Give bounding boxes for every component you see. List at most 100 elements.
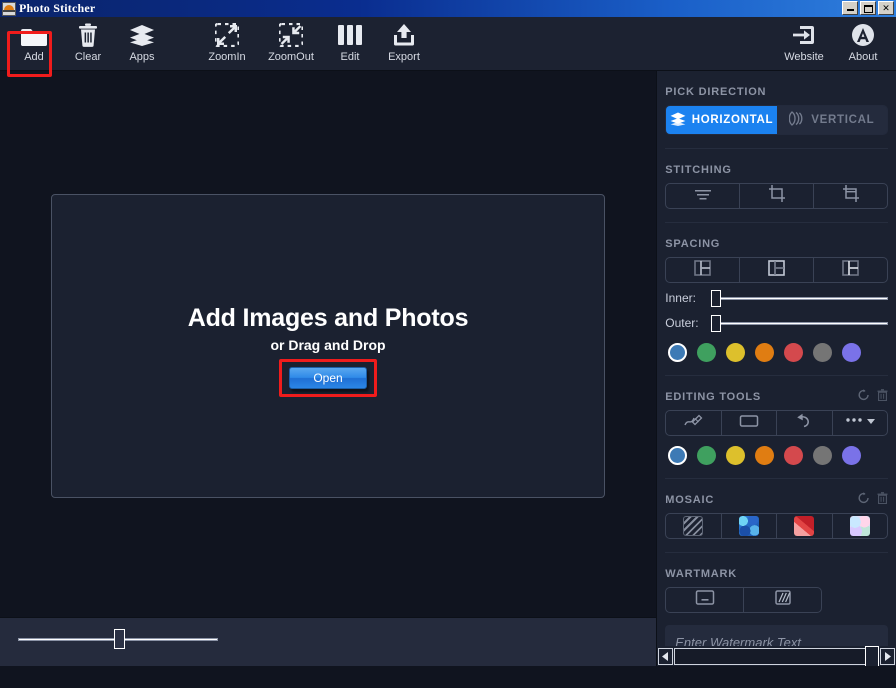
toolbar-button-edit[interactable]: Edit bbox=[323, 19, 377, 67]
watermark-tile-icon bbox=[774, 590, 792, 610]
zoom-slider-thumb[interactable] bbox=[114, 629, 125, 649]
pick-direction-vertical[interactable]: VERTICAL bbox=[776, 106, 888, 134]
divider-1 bbox=[665, 148, 888, 149]
scroll-right-arrow-icon[interactable] bbox=[880, 647, 895, 665]
app-icon bbox=[2, 1, 16, 16]
tool-rectangle-button[interactable] bbox=[722, 411, 778, 435]
toolbar-button-zoomin[interactable]: ZoomIn bbox=[195, 19, 259, 67]
crop-wide-icon bbox=[842, 185, 860, 207]
scroll-left-arrow-icon[interactable] bbox=[658, 647, 674, 665]
trash-icon[interactable] bbox=[877, 388, 888, 406]
main-toolbar: Add Clear Apps ZoomIn ZoomOut Edit Expor… bbox=[0, 17, 896, 77]
outer-spacing-slider[interactable] bbox=[711, 314, 888, 332]
about-circle-icon bbox=[851, 22, 875, 48]
mosaic-pastel-button[interactable] bbox=[833, 514, 887, 538]
toolbar-label-add: Add bbox=[24, 51, 44, 63]
zoom-in-icon bbox=[215, 22, 239, 48]
divider-3 bbox=[665, 375, 888, 376]
spacing-layout-3-button[interactable] bbox=[814, 258, 887, 282]
watermark-box-icon bbox=[695, 590, 715, 610]
stitching-crop-wide-button[interactable] bbox=[814, 184, 887, 208]
editing-color-swatch[interactable] bbox=[784, 446, 804, 465]
trash-icon[interactable] bbox=[877, 491, 888, 509]
toolbar-label-about: About bbox=[848, 51, 878, 63]
reset-circle-icon[interactable] bbox=[858, 491, 870, 509]
toolbar-button-clear[interactable]: Clear bbox=[61, 19, 115, 67]
toolbar-button-add[interactable]: Add bbox=[7, 19, 61, 67]
spacing-layout-1-button[interactable] bbox=[666, 258, 741, 282]
image-dropzone[interactable]: Add Images and Photos or Drag and Drop O… bbox=[51, 194, 605, 498]
spacing-color-swatch[interactable] bbox=[813, 343, 833, 362]
outer-spacing-thumb[interactable] bbox=[711, 315, 722, 332]
stitching-crop-button[interactable] bbox=[740, 184, 815, 208]
reset-circle-icon[interactable] bbox=[858, 388, 870, 406]
editing-color-swatch[interactable] bbox=[697, 446, 717, 465]
panel-horizontal-scrollbar[interactable] bbox=[657, 645, 896, 666]
dropzone-subtitle: or Drag and Drop bbox=[270, 336, 386, 353]
open-button[interactable]: Open bbox=[289, 366, 367, 389]
export-icon bbox=[392, 22, 416, 48]
inner-spacing-track bbox=[715, 297, 888, 300]
spacing-color-swatch[interactable] bbox=[842, 343, 862, 362]
editing-color-swatch[interactable] bbox=[842, 446, 862, 465]
toolbar-label-zoomin: ZoomIn bbox=[208, 51, 246, 63]
stitching-align-button[interactable] bbox=[666, 184, 741, 208]
section-title-editing-tools: EDITING TOOLS bbox=[665, 390, 762, 403]
pick-direction-horizontal[interactable]: HORIZONTAL bbox=[666, 106, 777, 134]
spacing-color-swatches bbox=[665, 343, 888, 362]
outer-spacing-track bbox=[715, 322, 888, 325]
mosaic-blue-button[interactable] bbox=[722, 514, 778, 538]
spacing-color-swatch[interactable] bbox=[784, 343, 804, 362]
canvas-area: Add Images and Photos or Drag and Drop O… bbox=[0, 71, 656, 617]
maximize-button[interactable] bbox=[860, 1, 876, 15]
more-dropdown-icon bbox=[843, 414, 877, 432]
section-title-watermark: WARTMARK bbox=[665, 567, 738, 580]
minimize-button[interactable] bbox=[842, 1, 858, 15]
tool-brush-button[interactable] bbox=[666, 411, 722, 435]
scrollbar-thumb[interactable] bbox=[865, 645, 879, 666]
window-controls: ✕ bbox=[842, 1, 894, 15]
editing-color-swatch[interactable] bbox=[755, 446, 775, 465]
spacing-color-swatch[interactable] bbox=[697, 343, 717, 362]
scrollbar-trough[interactable] bbox=[674, 645, 879, 666]
divider-2 bbox=[665, 222, 888, 223]
editing-color-swatch[interactable] bbox=[726, 446, 746, 465]
mosaic-none-button[interactable] bbox=[666, 514, 722, 538]
section-header-pick-direction: PICK DIRECTION bbox=[665, 85, 888, 98]
editing-color-swatch[interactable] bbox=[668, 446, 688, 465]
spacing-color-swatch[interactable] bbox=[668, 343, 688, 362]
toolbar-label-zoomout: ZoomOut bbox=[268, 51, 314, 63]
hatch-pattern-icon bbox=[683, 516, 704, 536]
watermark-text-input[interactable] bbox=[665, 625, 888, 646]
toolbar-button-export[interactable]: Export bbox=[377, 19, 431, 67]
editing-tools-button-group bbox=[665, 410, 888, 436]
editing-color-swatch[interactable] bbox=[813, 446, 833, 465]
spacing-color-swatch[interactable] bbox=[755, 343, 775, 362]
settings-panel: PICK DIRECTION HORIZONTAL VERTICAL STITC… bbox=[656, 71, 896, 666]
layers-icon bbox=[129, 22, 155, 48]
inner-spacing-thumb[interactable] bbox=[711, 290, 722, 307]
folder-icon bbox=[21, 22, 47, 48]
watermark-text-mode-button[interactable] bbox=[666, 588, 745, 612]
bottom-status-bar bbox=[0, 617, 657, 666]
toolbar-button-website[interactable]: Website bbox=[772, 19, 836, 67]
spacing-color-swatch[interactable] bbox=[726, 343, 746, 362]
main-content: Add Images and Photos or Drag and Drop O… bbox=[0, 71, 896, 666]
pick-direction-toggle: HORIZONTAL VERTICAL bbox=[665, 105, 888, 135]
inner-spacing-row: Inner: bbox=[665, 288, 888, 308]
spacing-layout-2-button[interactable] bbox=[740, 258, 815, 282]
toolbar-button-zoomout[interactable]: ZoomOut bbox=[259, 19, 323, 67]
tool-more-button[interactable] bbox=[833, 411, 887, 435]
tool-undo-button[interactable] bbox=[777, 411, 833, 435]
toolbar-button-apps[interactable]: Apps bbox=[115, 19, 169, 67]
watermark-tile-mode-button[interactable] bbox=[744, 588, 821, 612]
close-button[interactable]: ✕ bbox=[878, 1, 894, 15]
toolbar-button-about[interactable]: About bbox=[836, 19, 890, 67]
inner-spacing-slider[interactable] bbox=[711, 289, 888, 307]
section-header-watermark: WARTMARK bbox=[665, 567, 888, 580]
section-title-pick-direction: PICK DIRECTION bbox=[665, 85, 767, 98]
zoom-slider[interactable] bbox=[18, 629, 218, 649]
section-header-editing-tools: EDITING TOOLS bbox=[665, 388, 888, 406]
mosaic-red-button[interactable] bbox=[777, 514, 833, 538]
layout-panel-split-icon bbox=[768, 259, 785, 281]
